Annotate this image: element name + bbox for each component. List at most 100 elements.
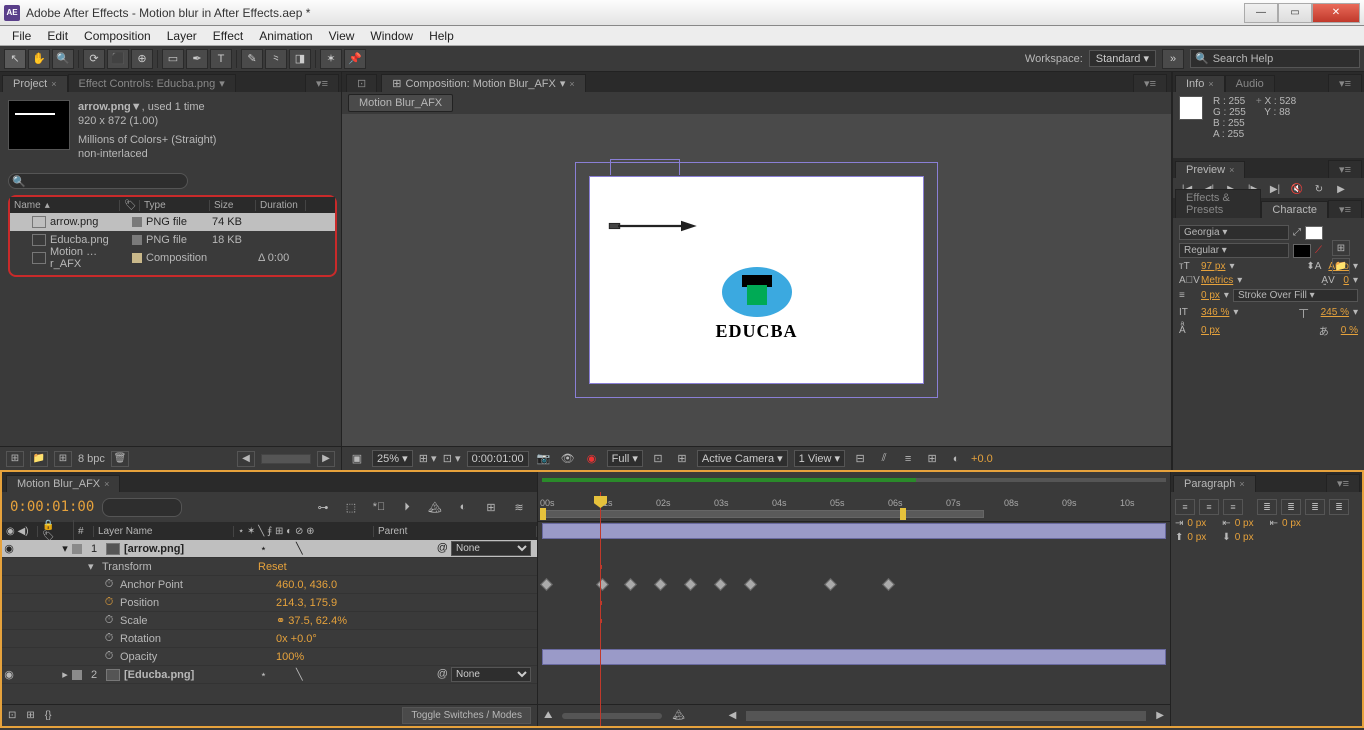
font-family-selector[interactable]: Georgia ▾	[1179, 225, 1289, 240]
eyedropper-icon[interactable]: ⤢	[1293, 227, 1301, 238]
tool-clonestamp[interactable]: ⺀	[265, 49, 287, 69]
parent-selector[interactable]: None	[451, 541, 531, 556]
kerning-value[interactable]: Metrics	[1201, 275, 1233, 286]
stroke-style-selector[interactable]: Stroke Over Fill ▾	[1233, 289, 1358, 302]
parent-selector[interactable]: None	[451, 667, 531, 682]
snapshot-icon[interactable]: 📷	[535, 451, 553, 467]
timecode-display[interactable]: 0:00:01:00	[467, 451, 529, 467]
comp-flow-icon[interactable]: ⊡	[346, 74, 377, 92]
educba-layer[interactable]: EDUCBA	[715, 267, 797, 342]
align-center-button[interactable]: ≡	[1199, 499, 1219, 515]
tl-icon-7[interactable]: ⊞	[481, 498, 501, 516]
expand-icon[interactable]: ▸	[58, 668, 72, 681]
first-line-value[interactable]: 0 px	[1235, 518, 1254, 529]
menu-file[interactable]: File	[4, 27, 39, 45]
menu-help[interactable]: Help	[421, 27, 462, 45]
mask-icon[interactable]: ⊡ ▾	[443, 451, 461, 467]
font-style-selector[interactable]: Regular ▾	[1179, 243, 1289, 258]
indent-left-value[interactable]: 0 px	[1187, 518, 1206, 529]
menu-view[interactable]: View	[321, 27, 363, 45]
stroke-color-swatch[interactable]	[1293, 244, 1311, 258]
timeline-search-input[interactable]	[102, 498, 182, 517]
tool-eraser[interactable]: ◨	[289, 49, 311, 69]
menu-window[interactable]: Window	[362, 27, 421, 45]
tl-icon-8[interactable]: ≋	[509, 498, 529, 516]
visibility-toggle[interactable]: ◉	[2, 668, 16, 681]
indent-right-value[interactable]: 0 px	[1282, 518, 1301, 529]
tool-rotation[interactable]: ⟳	[83, 49, 105, 69]
composition-viewport[interactable]: EDUCBA	[342, 114, 1171, 446]
parent-pickwhip-icon[interactable]: @	[437, 668, 448, 680]
menu-effect[interactable]: Effect	[205, 27, 251, 45]
views-selector[interactable]: 1 View ▾	[794, 450, 845, 467]
parent-pickwhip-icon[interactable]: @	[437, 542, 448, 554]
tracking-value[interactable]: 0	[1343, 275, 1349, 286]
close-button[interactable]: ✕	[1312, 3, 1360, 23]
tool-selection[interactable]: ↖	[4, 49, 26, 69]
always-preview-icon[interactable]: ▣	[348, 451, 366, 467]
tab-effect-controls[interactable]: Effect Controls: Educba.png ▾	[68, 74, 236, 92]
tool-hand[interactable]: ✋	[28, 49, 50, 69]
keyframe[interactable]	[654, 578, 667, 591]
justify-last-center-button[interactable]: ≣	[1281, 499, 1301, 515]
tl-icon-3[interactable]: *⃝	[369, 498, 389, 516]
tl-icon-4[interactable]: ⏵	[397, 498, 417, 516]
workspace-more-icon[interactable]: »	[1162, 49, 1184, 69]
stroke-width-value[interactable]: 0 px	[1201, 290, 1220, 301]
transparency-icon[interactable]: ⊞	[673, 451, 691, 467]
stopwatch-icon[interactable]: ⏱	[102, 650, 116, 663]
keyframe[interactable]	[540, 578, 553, 591]
roi-icon[interactable]: ⊡	[649, 451, 667, 467]
panel-menu-icon[interactable]: ▾≡	[1133, 74, 1167, 92]
tool-puppet[interactable]: 📌	[344, 49, 366, 69]
expand-icon[interactable]: ▾	[58, 542, 72, 555]
scroll-left-icon[interactable]: ◀	[237, 451, 255, 467]
keyframe[interactable]	[882, 578, 895, 591]
timeline-zoom-slider[interactable]	[562, 713, 662, 719]
interpret-footage-icon[interactable]: ⊞	[1332, 240, 1350, 256]
panel-menu-icon[interactable]: ▾≡	[1328, 200, 1362, 218]
panel-menu-icon[interactable]: ▾≡	[1326, 474, 1360, 492]
reset-exposure-icon[interactable]: ◐	[947, 451, 965, 467]
keyframe[interactable]	[714, 578, 727, 591]
grid-icon[interactable]: ⊞ ▾	[419, 451, 437, 467]
prop-opacity[interactable]: ⏱ Opacity 100%	[2, 648, 537, 666]
tab-effects-presets[interactable]: Effects & Presets	[1175, 189, 1261, 218]
exposure-value[interactable]: +0.0	[971, 453, 993, 465]
camera-selector[interactable]: Active Camera ▾	[697, 450, 788, 467]
work-area-start-handle[interactable]	[540, 508, 546, 520]
timeline-layer-2[interactable]: ◉ ▸ 2 [Educba.png] ⋆╲ @ None	[2, 666, 537, 684]
minimize-button[interactable]: —	[1244, 3, 1278, 23]
timeline-tab[interactable]: Motion Blur_AFX×	[6, 475, 120, 492]
prop-scale[interactable]: ⏱ Scale ⚭ 37.5, 62.4%	[2, 612, 537, 630]
channel-icon[interactable]: ◉	[583, 451, 601, 467]
justify-last-right-button[interactable]: ≣	[1305, 499, 1325, 515]
baseline-value[interactable]: 0 px	[1201, 325, 1220, 336]
new-folder-icon[interactable]: 📁	[1332, 258, 1350, 274]
space-after-value[interactable]: 0 px	[1235, 532, 1254, 543]
scroll-left-icon[interactable]: ◀	[729, 710, 737, 721]
new-comp-icon[interactable]: ⊞	[54, 451, 72, 467]
tsume-value[interactable]: 0 %	[1341, 325, 1358, 336]
tab-preview[interactable]: Preview×	[1175, 161, 1245, 178]
font-size-value[interactable]: 97 px	[1201, 261, 1225, 272]
sort-icon[interactable]: ▴	[45, 200, 50, 211]
link-icon[interactable]: ⚭	[276, 615, 285, 627]
toggle-bracket-icon[interactable]: {}	[45, 710, 52, 721]
toggle-shy-icon[interactable]: ⊡	[8, 710, 16, 721]
tool-pen[interactable]: ✒	[186, 49, 208, 69]
zoom-out-icon[interactable]: ⛰	[544, 710, 552, 721]
close-icon[interactable]: ×	[569, 79, 574, 89]
keyframe[interactable]	[684, 578, 697, 591]
tab-project[interactable]: Project×	[2, 75, 68, 92]
timeline-layer-1[interactable]: ◉ ▾ 1 [arrow.png] ⋆╲ @ None	[2, 540, 537, 558]
panel-menu-icon[interactable]: ▾≡	[1328, 160, 1362, 178]
tool-brush[interactable]: ✎	[241, 49, 263, 69]
workspace-selector[interactable]: Standard ▾	[1089, 50, 1156, 67]
transform-group[interactable]: ▾ Transform Reset	[2, 558, 537, 576]
toggle-switches-button[interactable]: Toggle Switches / Modes	[402, 707, 531, 724]
panel-menu-icon[interactable]: ▾≡	[1328, 74, 1362, 92]
prop-rotation[interactable]: ⏱ Rotation 0x +0.0°	[2, 630, 537, 648]
flowchart-icon[interactable]: ⊞	[923, 451, 941, 467]
align-left-button[interactable]: ≡	[1175, 499, 1195, 515]
